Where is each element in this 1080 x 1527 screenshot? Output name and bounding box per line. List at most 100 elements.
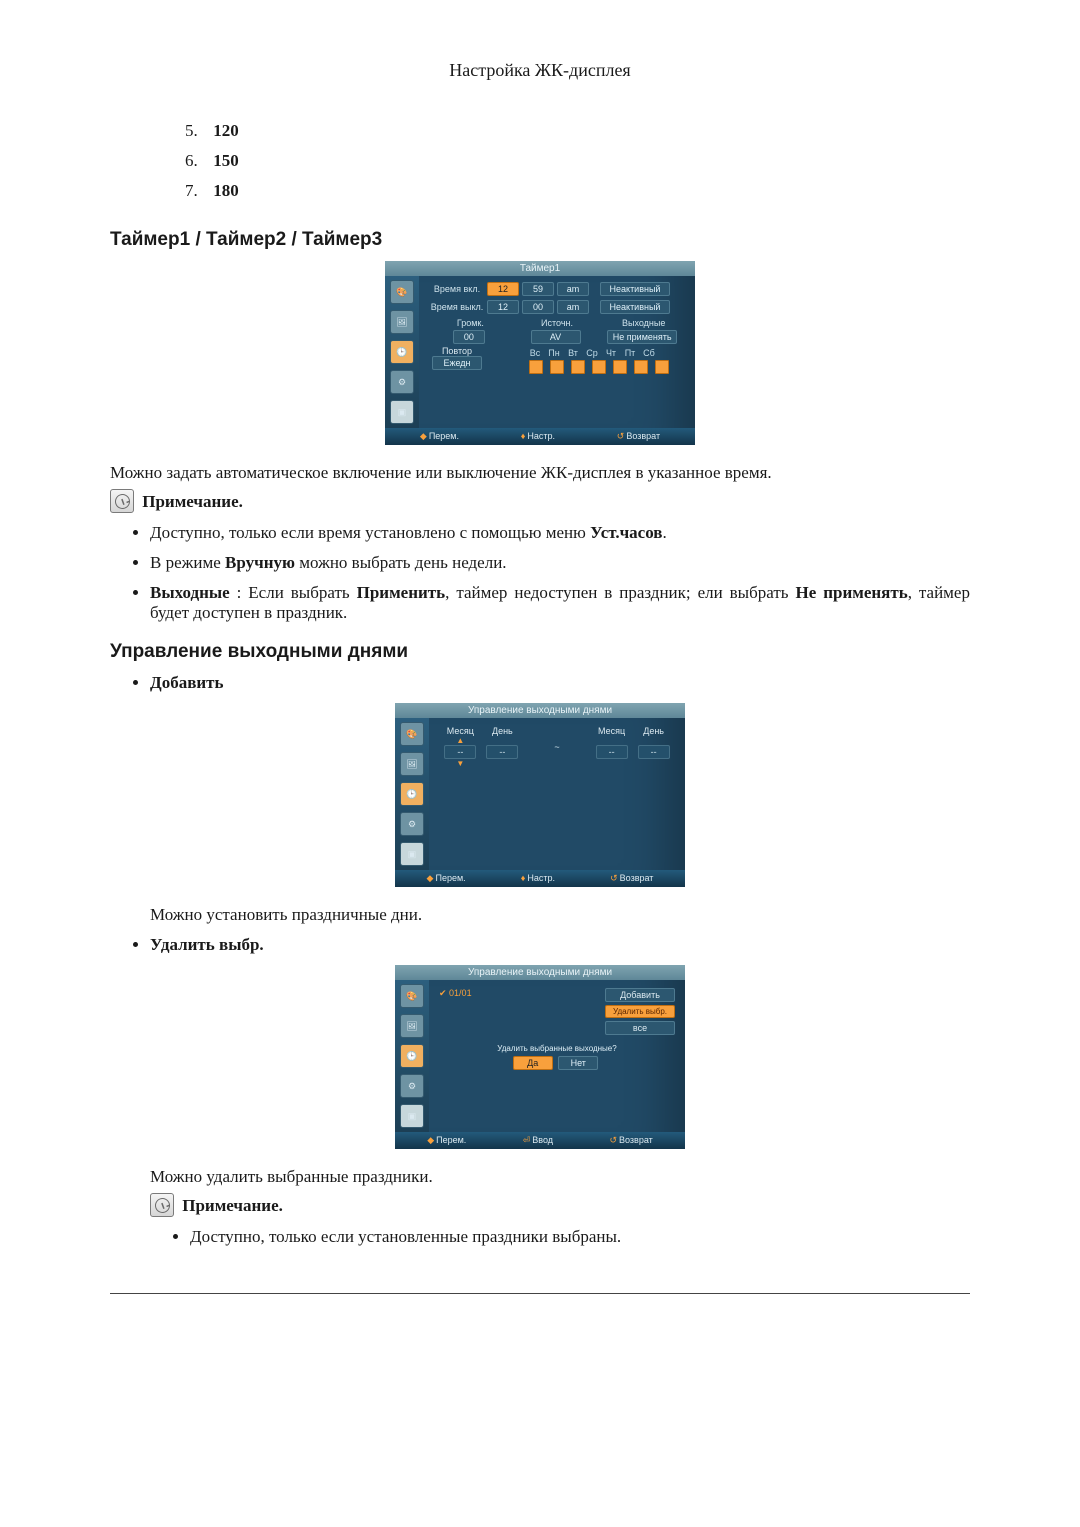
day-head: День <box>638 726 670 736</box>
osd-footer: ◆Перем. ♦Настр. ↺Возврат <box>395 870 685 887</box>
text: Доступно, только если установленные праз… <box>190 1227 621 1246</box>
text: , таймер недоступен в праздник; ели выбр… <box>445 583 795 602</box>
on-time-label: Время вкл. <box>427 284 487 294</box>
range-separator: ~ <box>554 742 559 752</box>
osd-sidebar: 🎨 🖼 🕒 ⚙ ▣ <box>385 276 419 428</box>
timer-paragraph: Можно задать автоматическое включение ил… <box>110 463 970 483</box>
on-ampm: am <box>557 282 589 296</box>
text: Доступно, только если время установлено … <box>150 523 590 542</box>
down-arrow-icon: ▼ <box>444 759 476 768</box>
list-value: 150 <box>213 151 239 170</box>
footer-rule <box>110 1293 970 1294</box>
palette-icon: 🎨 <box>400 984 424 1008</box>
picture-icon: 🖼 <box>390 310 414 334</box>
text: : Если выбрать <box>230 583 357 602</box>
off-hour: 12 <box>487 300 519 314</box>
clock-icon: 🕒 <box>390 340 414 364</box>
btn-all: все <box>605 1021 675 1035</box>
osd-on-time-row: Время вкл. 12 59 am Неактивный <box>427 282 687 296</box>
note-block: Примечание. <box>150 1193 970 1217</box>
note-icon <box>110 489 134 513</box>
day-head: День <box>486 726 518 736</box>
holiday-del-paragraph: Можно удалить выбранные праздники. <box>150 1167 970 1187</box>
list-item: Выходные : Если выбрать Применить, тайме… <box>150 583 970 623</box>
confirm-text: Удалить выбранные выходные? <box>439 1044 675 1053</box>
figure-holiday-add-osd: Управление выходными днями 🎨 🖼 🕒 ⚙ ▣ Мес… <box>110 703 970 887</box>
foot-move: Перем. <box>429 431 459 441</box>
bold: Вручную <box>225 553 295 572</box>
day-check <box>634 360 648 374</box>
day-wed: Ср <box>586 348 598 358</box>
gear-icon: ⚙ <box>390 370 414 394</box>
numbered-list: 5. 120 6. 150 7. 180 <box>185 121 970 201</box>
osd-repeat-row: Повтор Ежедн Вс Пн Вт Ср Чт Пт Сб <box>427 346 687 374</box>
confirm-yes: Да <box>513 1056 553 1070</box>
list-index: 5. <box>185 121 209 141</box>
day-sat: Сб <box>643 348 655 358</box>
day-field: -- <box>638 745 670 759</box>
osd-sidebar: 🎨 🖼 🕒 ⚙ ▣ <box>395 980 429 1132</box>
note-icon <box>150 1193 174 1217</box>
note-label: Примечание. <box>142 492 243 511</box>
osd-title: Таймер1 <box>385 261 695 276</box>
multi-icon: ▣ <box>400 842 424 866</box>
list-index: 6. <box>185 151 209 171</box>
page-header: Настройка ЖК-дисплея <box>110 60 970 81</box>
section-heading-holiday: Управление выходными днями <box>110 641 970 663</box>
clock-icon: 🕒 <box>400 1044 424 1068</box>
day-thu: Чт <box>605 348 617 358</box>
day-field: -- <box>486 745 518 759</box>
bold: Выходные <box>150 583 230 602</box>
osd-off-time-row: Время выкл. 12 00 am Неактивный <box>427 300 687 314</box>
foot-return: Возврат <box>620 873 654 883</box>
clock-icon: 🕒 <box>400 782 424 806</box>
list-item: Удалить выбр. <box>150 935 970 955</box>
foot-move: Перем. <box>435 873 465 883</box>
day-sun: Вс <box>529 348 541 358</box>
section-heading-timer: Таймер1 / Таймер2 / Таймер3 <box>110 229 970 251</box>
day-check <box>529 360 543 374</box>
gear-icon: ⚙ <box>400 812 424 836</box>
osd-title: Управление выходными днями <box>395 965 685 980</box>
holiday-add-paragraph: Можно установить праздничные дни. <box>150 905 970 925</box>
day-check <box>655 360 669 374</box>
on-state: Неактивный <box>600 282 670 296</box>
figure-timer-osd: Таймер1 🎨 🖼 🕒 ⚙ ▣ Время вкл. 12 59 am Не… <box>110 261 970 445</box>
list-item: 6. 150 <box>185 151 970 171</box>
month-head: Месяц <box>444 726 476 736</box>
off-state: Неактивный <box>600 300 670 314</box>
repeat-head: Повтор <box>427 346 487 356</box>
holiday-add-list: Добавить <box>132 673 970 693</box>
holiday-notes-list: Доступно, только если установленные праз… <box>172 1227 970 1247</box>
palette-icon: 🎨 <box>400 722 424 746</box>
palette-icon: 🎨 <box>390 280 414 304</box>
volume-value: 00 <box>453 330 485 344</box>
foot-return: Возврат <box>619 1135 653 1145</box>
text: . <box>662 523 666 542</box>
list-item: В режиме Вручную можно выбрать день неде… <box>150 553 970 573</box>
picture-icon: 🖼 <box>400 1014 424 1038</box>
list-item: Доступно, только если время установлено … <box>150 523 970 543</box>
on-minute: 59 <box>522 282 554 296</box>
source-value: AV <box>531 330 581 344</box>
day-check <box>550 360 564 374</box>
list-item: 7. 180 <box>185 181 970 201</box>
foot-adjust: Настр. <box>527 431 555 441</box>
note-label: Примечание. <box>182 1196 283 1215</box>
on-hour: 12 <box>487 282 519 296</box>
osd-footer: ◆Перем. ⏎Ввод ↺Возврат <box>395 1132 685 1149</box>
osd-sidebar: 🎨 🖼 🕒 ⚙ ▣ <box>395 718 429 870</box>
day-check <box>613 360 627 374</box>
list-item: Доступно, только если установленные праз… <box>190 1227 970 1247</box>
picture-icon: 🖼 <box>400 752 424 776</box>
osd-title: Управление выходными днями <box>395 703 685 718</box>
list-value: 120 <box>213 121 239 140</box>
off-minute: 00 <box>522 300 554 314</box>
source-head: Источн. <box>514 318 601 328</box>
list-item: 5. 120 <box>185 121 970 141</box>
holiday-value: Не применять <box>607 330 677 344</box>
confirm-no: Нет <box>558 1056 598 1070</box>
foot-enter: Ввод <box>532 1135 553 1145</box>
day-check <box>571 360 585 374</box>
holiday-head: Выходные <box>600 318 687 328</box>
